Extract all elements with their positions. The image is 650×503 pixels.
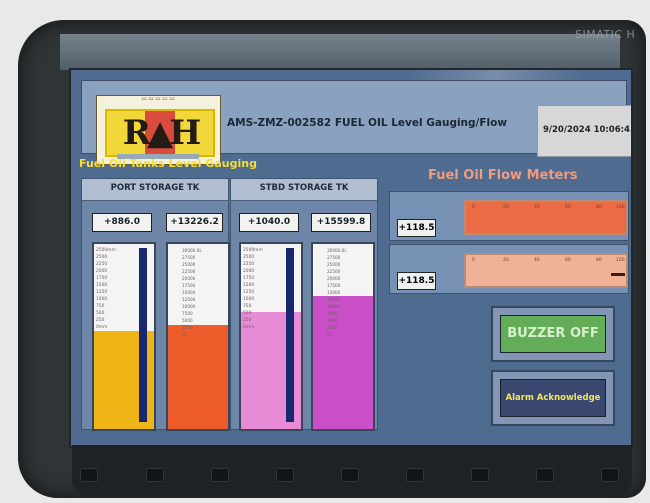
level-pointer — [139, 248, 147, 422]
flow-meter-2-marker — [611, 273, 625, 276]
company-logo: ::: ::: ::: ::: ::: R▲H — [96, 95, 221, 165]
hardware-key — [536, 468, 554, 482]
stbd-level-value: +1040.0 — [239, 213, 299, 232]
alarm-acknowledge-button[interactable]: Alarm Acknowledge — [491, 370, 615, 426]
port-volume-value: +13226.2 — [166, 213, 223, 232]
bezel-top-reflection — [60, 34, 620, 70]
flow-meter-2-bar: 0 20 40 60 80 100 — [464, 253, 628, 288]
buzzer-off-label[interactable]: BUZZER OFF — [500, 315, 606, 353]
logo-mark: R▲H — [105, 109, 215, 157]
buzzer-off-button[interactable]: BUZZER OFF — [491, 306, 615, 362]
logo-small-text: ::: ::: ::: ::: ::: — [141, 97, 175, 102]
tanks-section-title: Fuel Oil Tanks Level Gauging — [79, 157, 257, 170]
stbd-level-gauge: 2500mm 2500 2250 2000 1750 1500 1250 1000 750 500… — [239, 242, 303, 431]
flow-meter-1-panel: +118.5 0 20 40 60 80 100 — [389, 191, 629, 241]
hardware-key — [276, 468, 294, 482]
flow-meter-2-panel: +118.5 0 20 40 60 80 100 — [389, 244, 629, 294]
level-scale: 2500mm 2500 2250 2000 1750 1500 1250 1000 750 500… — [243, 248, 263, 330]
port-tank-header: PORT STORAGE TK — [82, 179, 228, 201]
hardware-brand: SIMATIC H — [575, 28, 636, 41]
hardware-key — [601, 468, 619, 482]
stbd-storage-tank-panel: STBD STORAGE TK +1040.0 +15599.8 2500mm 2… — [230, 178, 378, 431]
datetime-display: 9/20/2024 10:06:4... — [537, 105, 633, 157]
level-scale: 2500mm 2500 2250 2000 1750 1500 1250 1000 750 500… — [96, 248, 116, 330]
hardware-key — [146, 468, 164, 482]
alarm-acknowledge-label[interactable]: Alarm Acknowledge — [500, 379, 606, 417]
volume-scale: 30000.0L 27500 25000 22500 20000 17500 15000 12… — [327, 248, 347, 337]
hardware-key — [471, 468, 489, 482]
port-tank-title: PORT STORAGE TK — [110, 183, 200, 193]
hardware-key — [341, 468, 359, 482]
hmi-screen: ::: ::: ::: ::: ::: R▲H AMS-ZMZ-002582 F… — [69, 68, 633, 448]
datetime-text: 9/20/2024 10:06:4... — [543, 125, 633, 135]
flow-meter-2-value: +118.5 — [397, 272, 436, 290]
flow-meter-1-bar: 0 20 40 60 80 100 — [464, 200, 628, 235]
page-title: AMS-ZMZ-002582 FUEL OIL Level Gauging/Fl… — [227, 117, 508, 129]
hardware-key — [406, 468, 424, 482]
port-level-gauge: 2500mm 2500 2250 2000 1750 1500 1250 1000 750 500… — [92, 242, 156, 431]
port-level-value: +886.0 — [92, 213, 152, 232]
hardware-key — [80, 468, 98, 482]
hardware-key — [211, 468, 229, 482]
header-panel: ::: ::: ::: ::: ::: R▲H AMS-ZMZ-002582 F… — [81, 80, 631, 165]
port-volume-fill — [168, 325, 228, 429]
volume-scale: 30000.0L 27500 25000 22500 20000 17500 15000 12… — [182, 248, 202, 337]
stbd-tank-header: STBD STORAGE TK — [231, 179, 377, 201]
stbd-tank-title: STBD STORAGE TK — [259, 183, 349, 193]
stbd-volume-value: +15599.8 — [311, 213, 371, 232]
stbd-volume-gauge: 30000.0L 27500 25000 22500 20000 17500 15000 12… — [311, 242, 375, 431]
level-pointer — [286, 248, 294, 422]
port-volume-gauge: 30000.0L 27500 25000 22500 20000 17500 15000 12… — [166, 242, 230, 431]
flow-section-title: Fuel Oil Flow Meters — [428, 168, 578, 183]
flow-meter-1-value: +118.5 — [397, 219, 436, 237]
port-storage-tank-panel: PORT STORAGE TK +886.0 +13226.2 2500mm 25… — [81, 178, 230, 431]
